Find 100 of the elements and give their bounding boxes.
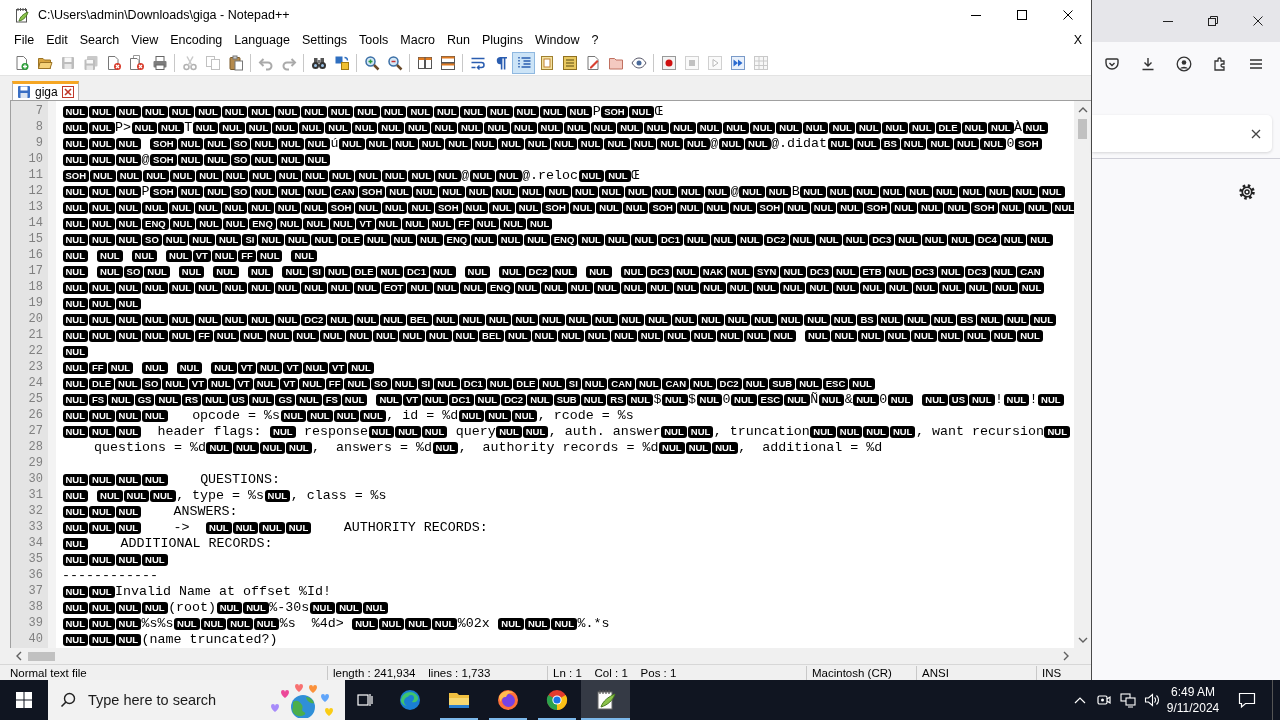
settings-icon[interactable] bbox=[1238, 183, 1256, 201]
control-character: NUL bbox=[381, 170, 408, 182]
control-character: NUL bbox=[990, 330, 1017, 342]
menu-item[interactable]: Edit bbox=[40, 31, 74, 49]
control-character: FF bbox=[238, 250, 256, 262]
control-character: NUL bbox=[906, 186, 932, 198]
code-text: ANSWERS: bbox=[173, 504, 238, 520]
control-character: NUL bbox=[89, 554, 115, 566]
line-number: 28 bbox=[28, 440, 43, 456]
control-character: NUL bbox=[62, 362, 89, 374]
control-character: NUL bbox=[1000, 234, 1027, 246]
control-character: NUL bbox=[685, 442, 712, 454]
scroll-down-icon[interactable] bbox=[1077, 635, 1088, 644]
control-character: NUL bbox=[386, 186, 412, 198]
control-character: DC3 bbox=[869, 234, 895, 246]
control-character: NUL bbox=[779, 282, 806, 294]
control-character: NUL bbox=[818, 394, 845, 406]
control-character: NUL bbox=[142, 282, 168, 294]
control-character: SI bbox=[418, 378, 434, 390]
close-document-button[interactable]: X bbox=[1070, 31, 1085, 49]
control-character: NUL bbox=[143, 170, 169, 182]
windows-logo-icon bbox=[16, 692, 32, 708]
control-character: NUL bbox=[155, 394, 181, 406]
menu-item[interactable]: View bbox=[125, 31, 165, 49]
control-character: NUL bbox=[770, 330, 796, 342]
notepad-plus-plus-button[interactable] bbox=[581, 680, 630, 720]
control-character: NUL bbox=[887, 394, 914, 406]
search-bar[interactable]: Type here to search bbox=[48, 680, 345, 720]
control-character: NUL bbox=[540, 106, 566, 118]
scroll-thumb[interactable] bbox=[28, 651, 55, 661]
control-character: NUL bbox=[405, 618, 431, 630]
menu-item[interactable]: Encoding bbox=[164, 31, 229, 49]
control-character: NUL bbox=[586, 266, 612, 278]
control-character: NUL bbox=[524, 618, 551, 630]
close-icon[interactable] bbox=[1250, 127, 1262, 140]
menu-item[interactable]: Language bbox=[228, 31, 296, 49]
code-text: 0 bbox=[1006, 136, 1015, 152]
control-character: NUL bbox=[518, 186, 545, 198]
control-character: NUL bbox=[469, 170, 496, 182]
control-character: DLE bbox=[935, 122, 961, 134]
control-character: NUL bbox=[1018, 282, 1045, 294]
menu-item[interactable]: File bbox=[8, 31, 41, 49]
control-character: SO bbox=[142, 234, 162, 246]
menu-item[interactable]: Plugins bbox=[475, 31, 529, 49]
control-character: NUL bbox=[327, 106, 354, 118]
control-character: NUL bbox=[836, 426, 863, 438]
file-tab[interactable]: giga bbox=[12, 81, 79, 100]
control-character: NUL bbox=[195, 106, 221, 118]
scroll-left-icon[interactable] bbox=[14, 651, 23, 661]
scroll-up-icon[interactable] bbox=[1077, 105, 1088, 114]
control-character: NUL bbox=[460, 282, 486, 294]
control-character: NUL bbox=[202, 394, 228, 406]
scroll-thumb[interactable] bbox=[1078, 119, 1087, 139]
control-character: NUL bbox=[115, 378, 141, 390]
control-character: VT bbox=[234, 378, 253, 390]
control-character: NUL bbox=[247, 266, 274, 278]
control-character: NUL bbox=[498, 618, 524, 630]
control-character: NUL bbox=[433, 282, 460, 294]
line-number: 23 bbox=[28, 360, 43, 376]
control-character: NUL bbox=[462, 202, 489, 214]
tab-close-icon[interactable] bbox=[61, 86, 74, 98]
fox-globe-icon bbox=[495, 688, 520, 712]
control-character: NUL bbox=[464, 266, 491, 278]
control-character: NUL bbox=[89, 106, 115, 118]
control-character: NUL bbox=[196, 170, 222, 182]
vertical-scrollbar[interactable] bbox=[1074, 101, 1091, 648]
control-character: NUL bbox=[221, 282, 248, 294]
control-character: NUL bbox=[421, 426, 448, 438]
indent-guide-button[interactable] bbox=[512, 51, 535, 74]
menu-item[interactable]: Settings bbox=[295, 31, 354, 49]
menu-item[interactable]: Tools bbox=[353, 31, 395, 49]
control-character: NUL bbox=[922, 394, 948, 406]
scroll-right-icon[interactable] bbox=[1061, 651, 1070, 661]
menu-item[interactable]: Window bbox=[528, 31, 586, 49]
menu-item[interactable]: Search bbox=[73, 31, 126, 49]
control-character: NUL bbox=[496, 170, 522, 182]
menu-item[interactable]: Run bbox=[441, 31, 476, 49]
control-character: NUL bbox=[408, 202, 434, 214]
control-character: NUL bbox=[700, 282, 726, 294]
control-character: NUL bbox=[704, 186, 731, 198]
control-character: NUL bbox=[282, 266, 308, 278]
control-character: NUL bbox=[457, 122, 484, 134]
control-character: NUL bbox=[564, 122, 590, 134]
text-field[interactable] bbox=[1092, 115, 1272, 152]
control-character: NUL bbox=[662, 394, 688, 406]
control-character: NUL bbox=[551, 138, 577, 150]
play-icon bbox=[706, 54, 723, 71]
search-field[interactable]: Type here to search bbox=[88, 689, 238, 711]
control-character: NUL bbox=[195, 314, 221, 326]
control-character: VT bbox=[329, 362, 348, 374]
control-character: NUL bbox=[804, 330, 831, 342]
control-character: NUL bbox=[329, 218, 356, 230]
control-character: NUL bbox=[248, 282, 274, 294]
control-character: NUL bbox=[274, 282, 301, 294]
control-character: NUL bbox=[256, 362, 283, 374]
control-character: NUL bbox=[433, 106, 460, 118]
menu-item[interactable]: ? bbox=[585, 31, 605, 49]
control-character: NUL bbox=[215, 234, 242, 246]
control-character: NUL bbox=[402, 218, 428, 230]
menu-item[interactable]: Macro bbox=[394, 31, 442, 49]
